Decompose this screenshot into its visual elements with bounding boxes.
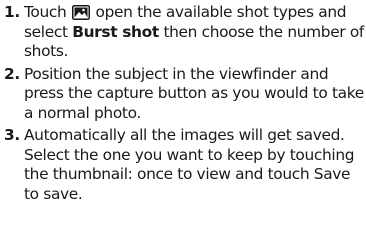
step-number: 2	[4, 65, 20, 85]
step-text: Position the subject in the viewfinder a…	[24, 64, 364, 122]
burst-shot-label: Burst shot	[72, 22, 159, 41]
step-2: 2 Position the subject in the viewfinder…	[4, 65, 364, 124]
instruction-list: 1 Touch open the available shot types an…	[0, 0, 366, 204]
step-text: Automatically all the images will get sa…	[24, 126, 355, 203]
step-3: 3 Automatically all the images will get …	[4, 126, 364, 204]
step-text: Touch	[24, 3, 67, 21]
step-1: 1 Touch open the available shot types an…	[4, 3, 364, 62]
shot-mode-icon	[71, 5, 90, 20]
step-number: 3	[4, 126, 20, 146]
step-number: 1	[4, 3, 20, 23]
